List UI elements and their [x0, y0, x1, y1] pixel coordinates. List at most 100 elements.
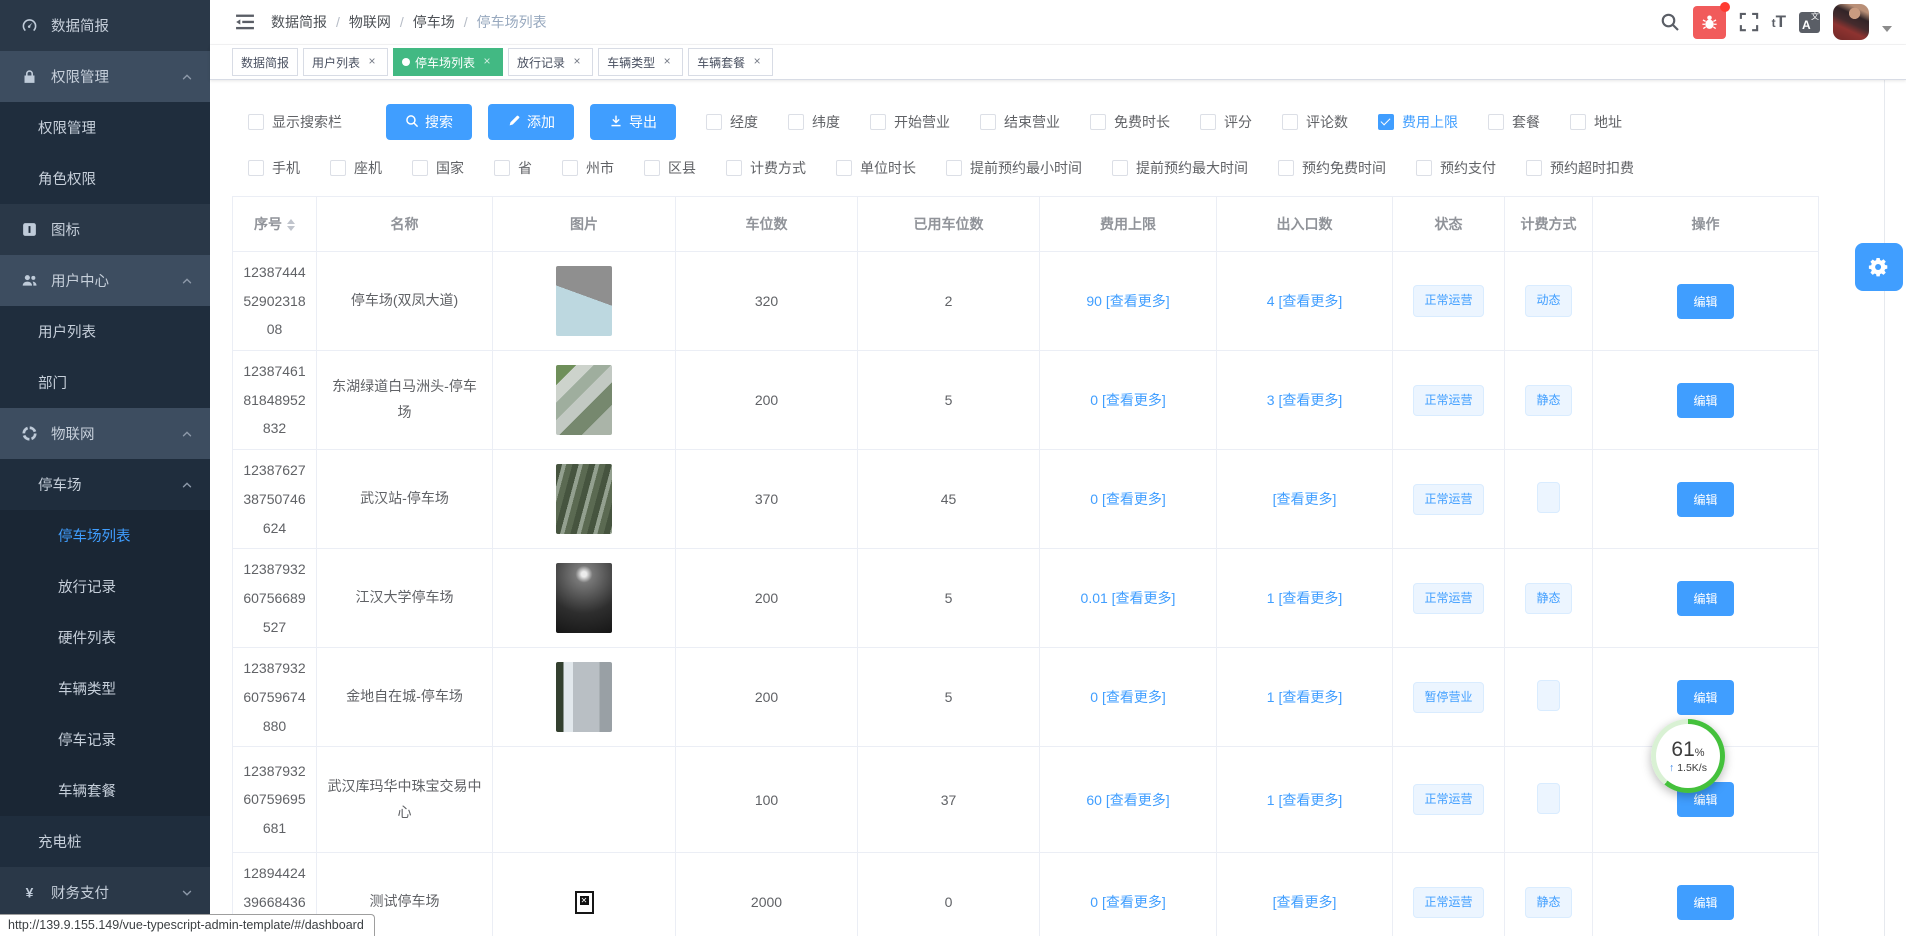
hamburger-icon[interactable]	[234, 11, 256, 33]
edit-button[interactable]: 编辑	[1677, 885, 1733, 920]
filter-checkbox[interactable]: 免费时长	[1090, 112, 1170, 132]
gates-view-more-link[interactable]: [查看更多]	[1273, 491, 1337, 507]
sidebar-item[interactable]: 角色权限	[0, 153, 210, 204]
sidebar-item[interactable]: 停车场	[0, 459, 210, 510]
add-button[interactable]: 添加	[488, 104, 574, 140]
sidebar-item[interactable]: 用户中心	[0, 255, 210, 306]
filter-checkbox[interactable]: 评论数	[1282, 112, 1348, 132]
column-header[interactable]: 序号	[233, 197, 317, 252]
filter-checkbox[interactable]: 费用上限	[1378, 112, 1458, 132]
sidebar-item[interactable]: 图标	[0, 204, 210, 255]
search-button[interactable]: 搜索	[386, 104, 472, 140]
network-speed-widget[interactable]: 61% ↑ 1.5K/s	[1651, 719, 1725, 793]
checkbox-unchecked[interactable]	[1570, 114, 1586, 130]
checkbox-unchecked[interactable]	[726, 160, 742, 176]
tab-active[interactable]: 停车场列表×	[393, 48, 503, 76]
filter-checkbox[interactable]: 提前预约最大时间	[1112, 158, 1248, 178]
sidebar-item[interactable]: 充电桩	[0, 816, 210, 867]
language-icon[interactable]: A 文	[1799, 12, 1820, 33]
fee-view-more-link[interactable]: 90 [查看更多]	[1086, 293, 1169, 309]
filter-checkbox[interactable]: 预约超时扣费	[1526, 158, 1634, 178]
filter-checkbox[interactable]: 座机	[330, 158, 382, 178]
checkbox-unchecked[interactable]	[1200, 114, 1216, 130]
edit-button[interactable]: 编辑	[1677, 680, 1733, 715]
settings-panel-button[interactable]	[1855, 243, 1903, 291]
breadcrumb-item[interactable]: 数据简报	[271, 12, 327, 32]
sort-ascending-icon[interactable]	[287, 219, 295, 224]
checkbox-unchecked[interactable]	[946, 160, 962, 176]
checkbox-unchecked[interactable]	[494, 160, 510, 176]
sidebar-item[interactable]: 数据简报	[0, 0, 210, 51]
text-size-icon[interactable]: tT	[1772, 13, 1786, 31]
filter-checkbox[interactable]: 手机	[248, 158, 300, 178]
tab-item[interactable]: 放行记录×	[508, 48, 593, 76]
checkbox-unchecked[interactable]	[1526, 160, 1542, 176]
tab-item[interactable]: 车辆类型×	[598, 48, 683, 76]
checkbox-unchecked[interactable]	[1278, 160, 1294, 176]
gates-view-more-link[interactable]: [查看更多]	[1273, 894, 1337, 910]
filter-checkbox[interactable]: 单位时长	[836, 158, 916, 178]
sidebar-item[interactable]: 硬件列表	[0, 612, 210, 663]
fee-view-more-link[interactable]: 0 [查看更多]	[1090, 491, 1165, 507]
edit-button[interactable]: 编辑	[1677, 581, 1733, 616]
filter-checkbox[interactable]: 套餐	[1488, 112, 1540, 132]
checkbox-unchecked[interactable]	[562, 160, 578, 176]
search-icon[interactable]	[1660, 12, 1680, 32]
checkbox-unchecked[interactable]	[1112, 160, 1128, 176]
checkbox-unchecked[interactable]	[248, 114, 264, 130]
fee-view-more-link[interactable]: 60 [查看更多]	[1086, 792, 1169, 808]
filter-checkbox[interactable]: 区县	[644, 158, 696, 178]
tab-item[interactable]: 用户列表×	[303, 48, 388, 76]
checkbox-unchecked[interactable]	[1488, 114, 1504, 130]
edit-button[interactable]: 编辑	[1677, 383, 1733, 418]
tab-close-icon[interactable]: ×	[480, 55, 494, 69]
sidebar-item[interactable]: 停车记录	[0, 714, 210, 765]
filter-checkbox[interactable]: 提前预约最小时间	[946, 158, 1082, 178]
avatar[interactable]	[1833, 4, 1869, 40]
gates-view-more-link[interactable]: 1 [查看更多]	[1267, 792, 1342, 808]
checkbox-unchecked[interactable]	[330, 160, 346, 176]
breadcrumb-item[interactable]: 停车场	[413, 12, 455, 32]
sidebar-item[interactable]: 权限管理	[0, 102, 210, 153]
gates-view-more-link[interactable]: 4 [查看更多]	[1267, 293, 1342, 309]
checkbox-unchecked[interactable]	[1282, 114, 1298, 130]
checkbox-unchecked[interactable]	[706, 114, 722, 130]
edit-button[interactable]: 编辑	[1677, 284, 1733, 319]
filter-checkbox[interactable]: 纬度	[788, 112, 840, 132]
checkbox-unchecked[interactable]	[1090, 114, 1106, 130]
checkbox-unchecked[interactable]	[836, 160, 852, 176]
sidebar-item[interactable]: 车辆套餐	[0, 765, 210, 816]
tab-close-icon[interactable]: ×	[660, 55, 674, 69]
error-log-button[interactable]	[1693, 6, 1726, 39]
checkbox-checked[interactable]	[1378, 114, 1394, 130]
filter-checkbox[interactable]: 开始营业	[870, 112, 950, 132]
checkbox-unchecked[interactable]	[980, 114, 996, 130]
sort-carets-icon[interactable]	[287, 219, 295, 231]
checkbox-unchecked[interactable]	[248, 160, 264, 176]
filter-checkbox[interactable]: 省	[494, 158, 532, 178]
fee-view-more-link[interactable]: 0 [查看更多]	[1090, 689, 1165, 705]
filter-checkbox[interactable]: 国家	[412, 158, 464, 178]
sidebar-item[interactable]: ¥财务支付	[0, 867, 210, 918]
tab-close-icon[interactable]: ×	[750, 55, 764, 69]
sort-descending-icon[interactable]	[287, 226, 295, 231]
sidebar-item[interactable]: 权限管理	[0, 51, 210, 102]
checkbox-unchecked[interactable]	[412, 160, 428, 176]
fee-view-more-link[interactable]: 0.01 [查看更多]	[1081, 590, 1176, 606]
filter-checkbox[interactable]: 预约免费时间	[1278, 158, 1386, 178]
checkbox-unchecked[interactable]	[788, 114, 804, 130]
filter-checkbox[interactable]: 评分	[1200, 112, 1252, 132]
sidebar-item[interactable]: 车辆类型	[0, 663, 210, 714]
checkbox-unchecked[interactable]	[1416, 160, 1432, 176]
filter-checkbox[interactable]: 预约支付	[1416, 158, 1496, 178]
tab-item[interactable]: 数据简报	[232, 48, 298, 76]
sidebar-item[interactable]: 停车场列表	[0, 510, 210, 561]
checkbox-unchecked[interactable]	[644, 160, 660, 176]
fee-view-more-link[interactable]: 0 [查看更多]	[1090, 894, 1165, 910]
filter-checkbox[interactable]: 结束营业	[980, 112, 1060, 132]
checkbox-unchecked[interactable]	[870, 114, 886, 130]
fullscreen-icon[interactable]	[1739, 12, 1759, 32]
fee-view-more-link[interactable]: 0 [查看更多]	[1090, 392, 1165, 408]
gates-view-more-link[interactable]: 1 [查看更多]	[1267, 689, 1342, 705]
sidebar-item[interactable]: 放行记录	[0, 561, 210, 612]
